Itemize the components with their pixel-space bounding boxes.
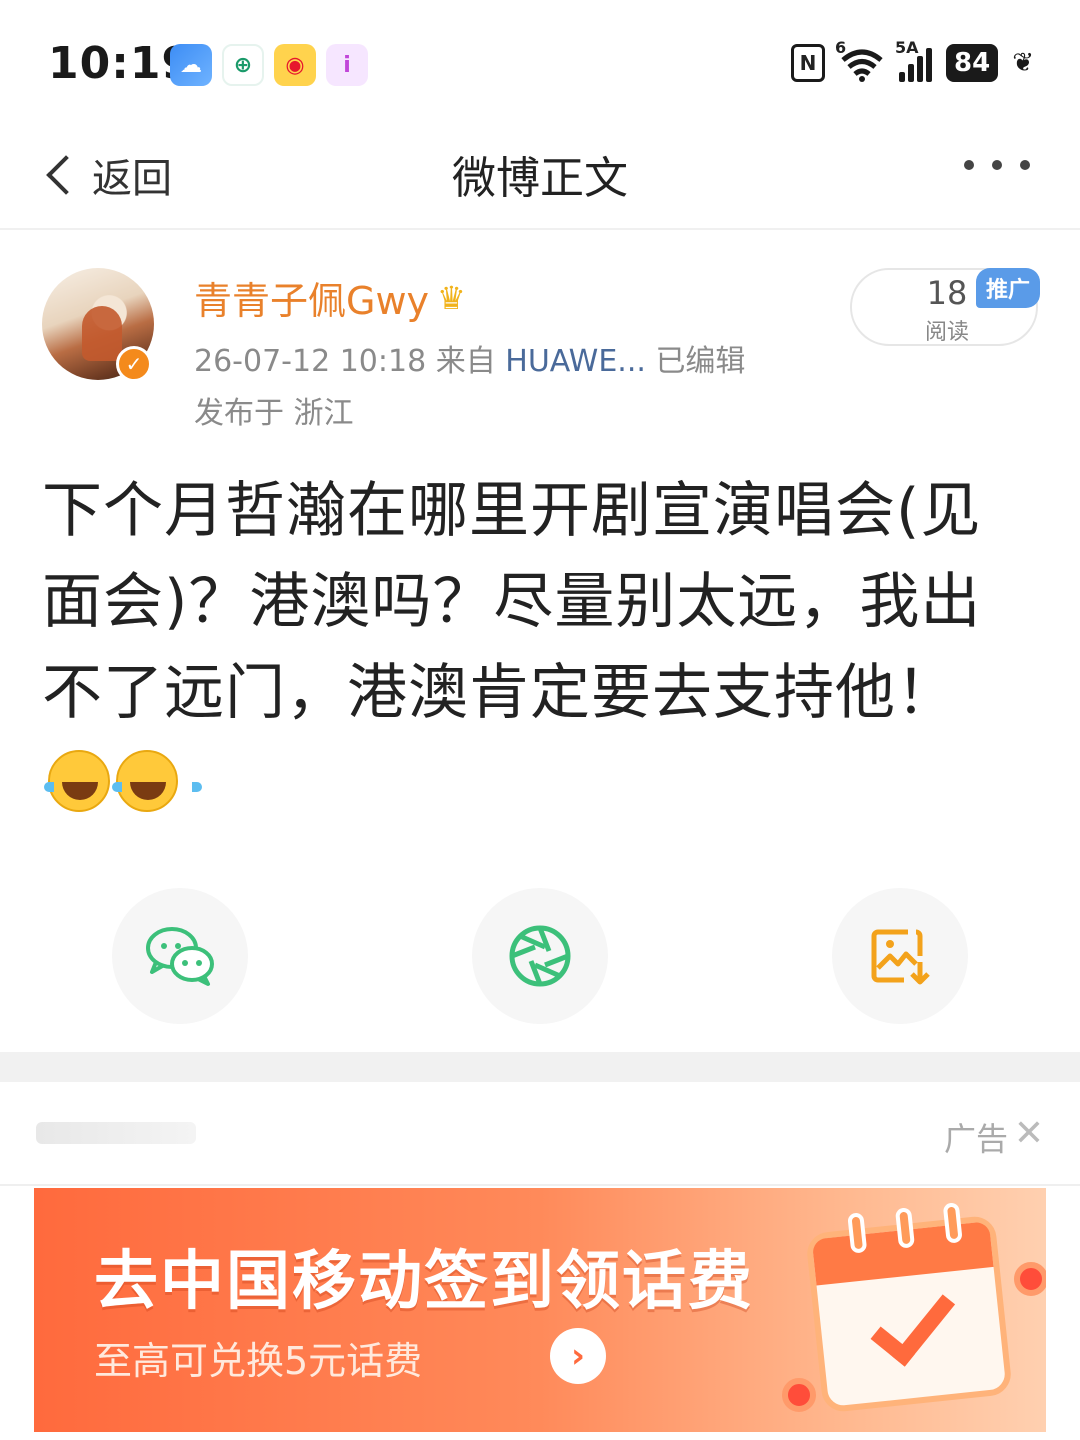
page-title: 微博正文 [452,153,628,204]
calendar-ring [894,1207,916,1249]
laughing-crying-emoji-icon [112,750,202,812]
checkmark-icon [870,1276,956,1367]
flower-decoration-icon [782,1378,816,1412]
wifi-generation-label: 6 [835,38,847,57]
flower-decoration-icon [1014,1262,1046,1296]
ad-arrow-button[interactable]: › [550,1328,606,1384]
more-options-button[interactable] [964,160,1030,170]
save-image-icon [871,929,930,985]
power-saving-leaf-icon: ❦ [1012,48,1034,78]
bank-app-icon: ⊕ [222,44,264,86]
username[interactable]: 青青子佩Gwy [194,270,429,325]
avatar-figure [82,306,122,361]
username-row: 青青子佩Gwy ♛ [194,270,466,325]
navigation-bar: 返回 微博正文 [0,130,1080,230]
share-wechat-button[interactable] [112,888,248,1024]
ad-header: 广告 ✕ [0,1082,1080,1186]
cellular-signal-icon: 5A [895,38,933,82]
calendar-ring [847,1212,868,1254]
source-device[interactable]: HUAWE... [505,344,646,379]
signal-label: 5A [895,38,919,57]
ad-banner[interactable]: 去中国移动签到领话费 至高可兑换5元话费 › [34,1188,1046,1432]
calendar-illustration-icon [805,1202,1013,1414]
section-divider [0,1052,1080,1082]
ad-source-blurred [36,1122,196,1144]
post-location: 发布于 浙江 [194,396,354,431]
ad-close-icon[interactable]: ✕ [1014,1114,1044,1154]
laughing-crying-emoji-icon [44,750,134,812]
calendar-ring [942,1202,963,1244]
ad-title: 去中国移动签到领话费 [94,1245,754,1319]
post-meta: 26-07-12 10:18 来自 HUAWE... 已编辑 [194,336,745,380]
ad-subtitle: 至高可兑换5元话费 [94,1339,423,1383]
promote-badge[interactable]: 推广 [976,268,1041,308]
vip-crown-icon[interactable]: ♛ [437,279,466,317]
wechat-icon [146,927,214,986]
status-bar: 10:19 ☁ ⊕ ◉ i N 6 5A 84 ❦ [0,0,1080,130]
share-moments-button[interactable] [472,888,608,1024]
save-image-button[interactable] [832,888,968,1024]
moments-icon [509,925,571,987]
verified-badge-icon: ✓ [116,346,152,382]
read-label: 阅读 [924,320,969,345]
nfc-icon: N [791,44,826,82]
battery-indicator: 84 [946,44,999,82]
source-prefix: 来自 [435,344,496,379]
weather-icon: ☁ [170,44,212,86]
more-dot-icon [964,160,974,170]
post-date: 26-07-12 10:18 [194,344,427,379]
post-body-text: 下个月哲瀚在哪里开剧宣演唱会(见面会)？港澳吗？尽量别太远，我出不了远门，港澳肯… [42,476,982,728]
ad-label: 广告 [943,1120,1008,1158]
notification-icons: ☁ ⊕ ◉ i [170,44,368,86]
post-body: 下个月哲瀚在哪里开剧宣演唱会(见面会)？港澳吗？尽量别太远，我出不了远门，港澳肯… [42,466,1042,830]
more-dot-icon [1020,160,1030,170]
purple-app-icon: i [326,44,368,86]
weibo-app-icon: ◉ [274,44,316,86]
edited-label[interactable]: 已编辑 [655,344,745,379]
more-dot-icon [992,160,1002,170]
wifi-icon: 6 [835,38,885,82]
system-icons: N 6 5A 84 ❦ [791,38,1034,82]
